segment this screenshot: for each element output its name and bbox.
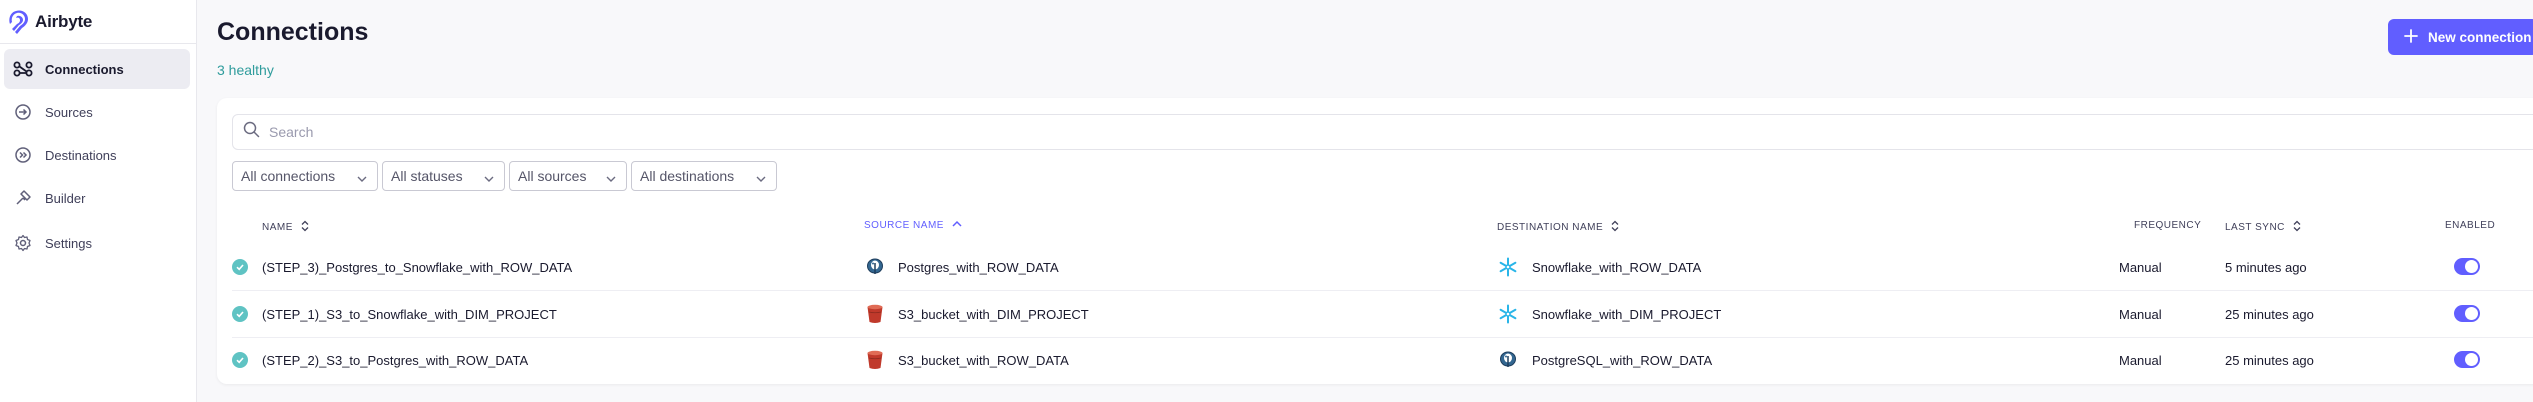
chevron-down-icon	[606, 171, 616, 187]
snowflake-icon	[1497, 303, 1519, 325]
sidebar-item-destinations[interactable]: Destinations	[4, 135, 190, 175]
toggle-knob	[2465, 307, 2478, 320]
enabled-toggle[interactable]	[2454, 305, 2480, 322]
sort-icon	[2293, 220, 2301, 235]
sort-icon	[301, 220, 309, 235]
app-name: Airbyte	[35, 12, 93, 31]
sidebar-item-label: Destinations	[45, 147, 117, 163]
last-sync: 25 minutes ago	[2225, 352, 2314, 368]
toggle-knob	[2465, 353, 2478, 366]
column-header-destination[interactable]: DESTINATION NAME	[1497, 220, 1619, 235]
status-ok-icon	[232, 306, 248, 322]
sidebar-item-builder[interactable]: Builder	[4, 178, 190, 218]
chevron-down-icon	[756, 171, 766, 187]
source-name[interactable]: Postgres_with_ROW_DATA	[898, 244, 1059, 290]
sources-icon	[13, 102, 33, 122]
connection-name[interactable]: (STEP_2)_S3_to_Postgres_with_ROW_DATA	[262, 337, 528, 383]
destination-name[interactable]: Snowflake_with_DIM_PROJECT	[1532, 291, 1721, 337]
airbyte-logo-icon	[9, 10, 28, 35]
table-row[interactable]: (STEP_1)_S3_to_Snowflake_with_DIM_PROJEC…	[217, 291, 2533, 337]
enabled-toggle[interactable]	[2454, 258, 2480, 275]
page-title: Connections	[217, 18, 369, 46]
column-header-label: LAST SYNC	[2225, 222, 2285, 233]
table-row[interactable]: (STEP_2)_S3_to_Postgres_with_ROW_DATA S3…	[217, 337, 2533, 383]
source-name[interactable]: S3_bucket_with_ROW_DATA	[898, 337, 1069, 383]
filter-label: All connections	[241, 168, 336, 184]
sidebar-divider	[0, 43, 197, 44]
s3-bucket-icon	[864, 349, 886, 371]
sort-ascending-icon	[952, 220, 962, 231]
column-header-label: NAME	[262, 222, 293, 233]
filter-connections[interactable]: All connections	[232, 161, 378, 191]
last-sync: 25 minutes ago	[2225, 306, 2314, 322]
sidebar-item-sources[interactable]: Sources	[4, 92, 190, 132]
sort-icon	[1611, 220, 1619, 235]
table-row[interactable]: (STEP_3)_Postgres_to_Snowflake_with_ROW_…	[217, 244, 2533, 290]
filter-label: All destinations	[640, 168, 735, 184]
plus-icon	[2404, 28, 2418, 46]
column-header-label: DESTINATION NAME	[1497, 222, 1604, 233]
connections-icon	[13, 59, 33, 79]
column-header-enabled: ENABLED	[2445, 220, 2495, 231]
filter-label: All statuses	[391, 168, 463, 184]
status-ok-icon	[232, 259, 248, 275]
new-connection-button[interactable]: New connection	[2388, 19, 2533, 55]
sidebar-item-settings[interactable]: Settings	[4, 223, 190, 263]
sidebar-item-label: Settings	[45, 235, 92, 251]
column-header-label: FREQUENCY	[2134, 220, 2202, 231]
filter-label: All sources	[518, 168, 587, 184]
search-bar[interactable]	[232, 114, 2533, 150]
column-header-source[interactable]: SOURCE NAME	[864, 220, 962, 231]
destination-name[interactable]: PostgreSQL_with_ROW_DATA	[1532, 337, 1712, 383]
search-input[interactable]	[269, 124, 869, 140]
chevron-down-icon	[484, 171, 494, 187]
status-ok-icon	[232, 352, 248, 368]
column-header-label: SOURCE NAME	[864, 220, 944, 231]
sidebar-item-label: Builder	[45, 190, 86, 206]
destination-name[interactable]: Snowflake_with_ROW_DATA	[1532, 244, 1701, 290]
column-header-frequency: FREQUENCY	[2134, 220, 2201, 231]
toggle-knob	[2465, 260, 2478, 273]
chevron-down-icon	[357, 171, 367, 187]
frequency: Manual	[2119, 352, 2162, 368]
search-icon	[243, 121, 260, 143]
filter-destinations[interactable]: All destinations	[631, 161, 777, 191]
last-sync: 5 minutes ago	[2225, 259, 2307, 275]
sidebar-item-connections[interactable]: Connections	[4, 49, 190, 89]
column-header-label: ENABLED	[2445, 220, 2496, 231]
gear-icon	[13, 233, 33, 253]
source-name[interactable]: S3_bucket_with_DIM_PROJECT	[898, 291, 1089, 337]
column-header-name[interactable]: NAME	[262, 220, 309, 235]
connection-name[interactable]: (STEP_1)_S3_to_Snowflake_with_DIM_PROJEC…	[262, 291, 557, 337]
postgres-icon	[1497, 349, 1519, 371]
connection-name[interactable]: (STEP_3)_Postgres_to_Snowflake_with_ROW_…	[262, 244, 572, 290]
snowflake-icon	[1497, 256, 1519, 278]
sidebar: Airbyte Connections Sources Destinations…	[0, 0, 197, 402]
s3-bucket-icon	[864, 303, 886, 325]
enabled-toggle[interactable]	[2454, 351, 2480, 368]
frequency: Manual	[2119, 259, 2162, 275]
connections-card: All connections All statuses All sources…	[217, 98, 2533, 384]
filter-sources[interactable]: All sources	[509, 161, 627, 191]
frequency: Manual	[2119, 306, 2162, 322]
airbyte-logo[interactable]: Airbyte	[8, 8, 92, 36]
builder-icon	[13, 188, 33, 208]
postgres-icon	[864, 256, 886, 278]
column-header-last-sync[interactable]: LAST SYNC	[2225, 220, 2301, 235]
filter-statuses[interactable]: All statuses	[382, 161, 505, 191]
health-summary: 3 healthy	[217, 62, 274, 78]
sidebar-item-label: Connections	[45, 61, 124, 77]
sidebar-item-label: Sources	[45, 104, 93, 120]
new-connection-label: New connection	[2428, 29, 2532, 45]
destinations-icon	[13, 145, 33, 165]
